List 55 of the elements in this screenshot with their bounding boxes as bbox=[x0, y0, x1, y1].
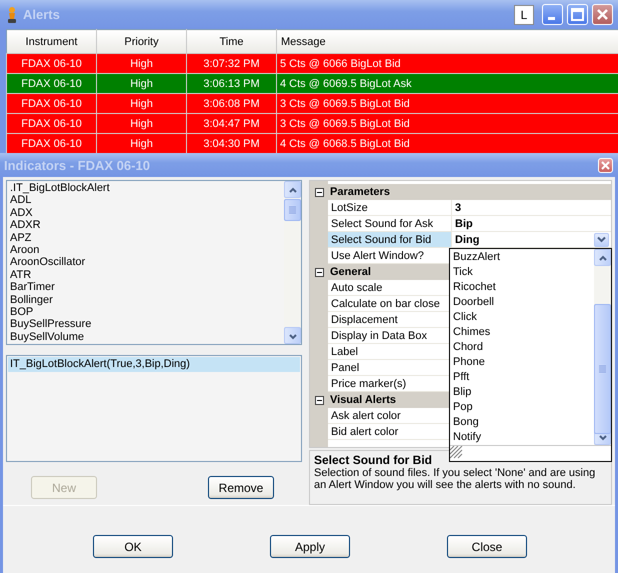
scrollbar[interactable] bbox=[284, 181, 301, 344]
list-item[interactable]: APZ bbox=[10, 232, 284, 244]
list-item[interactable]: Aroon bbox=[10, 244, 284, 256]
collapse-icon[interactable] bbox=[314, 268, 324, 276]
dropdown-option[interactable]: Click bbox=[453, 310, 594, 325]
property-value[interactable]: Ding bbox=[455, 232, 480, 248]
alert-row[interactable]: FDAX 06-10 High 3:06:13 PM 4 Cts @ 6069.5 BigLot Ask bbox=[6, 74, 618, 94]
property-value[interactable]: Bip bbox=[455, 216, 473, 232]
list-item[interactable]: AroonOscillator bbox=[10, 256, 284, 269]
category-label: Parameters bbox=[328, 184, 611, 200]
property-value[interactable]: 3 bbox=[455, 200, 462, 216]
column-header[interactable]: Time bbox=[186, 30, 276, 54]
dropdown-option[interactable]: Phone bbox=[453, 355, 594, 370]
list-item[interactable]: ADX bbox=[10, 206, 284, 220]
list-item[interactable]: ADL bbox=[10, 194, 284, 207]
window-title: Indicators - FDAX 06-10 bbox=[4, 158, 151, 172]
column-header[interactable]: Instrument bbox=[6, 30, 96, 54]
collapse-icon[interactable] bbox=[314, 396, 324, 404]
toolbar-button[interactable]: L bbox=[514, 4, 534, 24]
alert-row[interactable]: FDAX 06-10 High 3:04:47 PM 3 Cts @ 6069.5 BigLot Bid bbox=[6, 114, 618, 134]
alert-row[interactable]: FDAX 06-10 High 3:04:30 PM 4 Cts @ 6068.5 BigLot Bid bbox=[6, 134, 618, 154]
alert-row[interactable]: FDAX 06-10 High 3:06:08 PM 3 Cts @ 6069.5 BigLot Bid bbox=[6, 94, 618, 114]
property-name[interactable]: Select Sound for Bid bbox=[328, 232, 452, 248]
list-button[interactable]: Remove bbox=[208, 476, 274, 499]
dialog-button[interactable]: Close bbox=[447, 535, 527, 558]
list-item[interactable]: ADXR bbox=[10, 219, 284, 232]
window-title: Alerts bbox=[23, 7, 61, 22]
dropdown-option[interactable]: Notify bbox=[453, 430, 594, 445]
dropdown-option[interactable]: Doorbell bbox=[453, 295, 594, 310]
description-title: Select Sound for Bid bbox=[314, 453, 432, 467]
list-item[interactable]: BuySellVolume bbox=[10, 330, 284, 344]
collapse-icon[interactable] bbox=[314, 188, 324, 196]
column-header[interactable]: Priority bbox=[96, 30, 186, 54]
dropdown-option[interactable]: Bong bbox=[453, 415, 594, 430]
scrollbar[interactable] bbox=[594, 249, 611, 445]
alert-row[interactable]: FDAX 06-10 High 3:07:32 PM 5 Cts @ 6066 BigLot Bid bbox=[6, 54, 618, 74]
list-item[interactable]: ATR bbox=[10, 268, 284, 282]
dropdown-option[interactable]: Chimes bbox=[453, 325, 594, 340]
list-item[interactable]: .IT_BigLotBlockAlert bbox=[10, 182, 284, 194]
list-item[interactable]: IT_BigLotBlockAlert(True,3,Bip,Ding) bbox=[8, 357, 300, 372]
property-name[interactable]: LotSize bbox=[328, 200, 452, 216]
list-item[interactable]: BuySellPressure bbox=[10, 318, 284, 331]
column-header[interactable]: Message bbox=[276, 30, 618, 54]
list-item[interactable]: BOP bbox=[10, 306, 284, 318]
resize-grip-icon[interactable] bbox=[450, 446, 463, 459]
dropdown-option[interactable]: Chord bbox=[453, 340, 594, 355]
list-item[interactable]: BarTimer bbox=[10, 281, 284, 294]
dropdown-option[interactable]: BuzzAlert bbox=[453, 250, 594, 265]
dropdown-option[interactable]: Ricochet bbox=[453, 280, 594, 295]
list-item[interactable]: Bollinger bbox=[10, 294, 284, 306]
dialog-button[interactable]: Apply bbox=[270, 535, 350, 558]
description-text: Selection of sound files. If you select 'None' and are using an Alert Window you will see the alerts with no sound. bbox=[314, 467, 596, 491]
dropdown-option[interactable]: Tick bbox=[453, 265, 594, 280]
dropdown-option[interactable]: Pfft bbox=[453, 370, 594, 385]
dialog-button[interactable]: OK bbox=[93, 535, 173, 558]
